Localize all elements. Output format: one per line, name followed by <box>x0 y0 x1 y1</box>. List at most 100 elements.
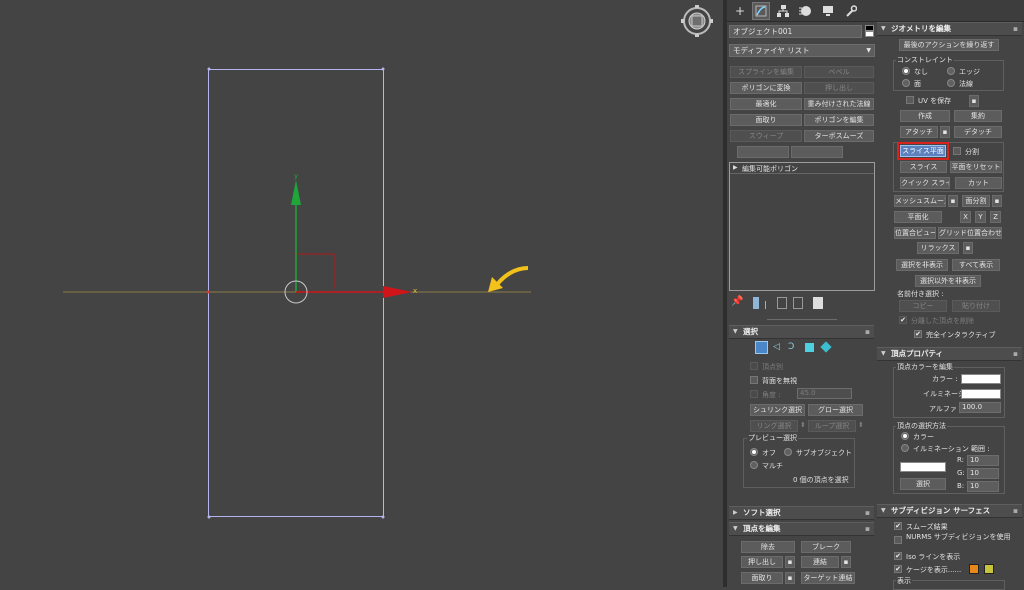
repeat-last-button[interactable]: 最後のアクションを繰り返す <box>899 39 999 51</box>
break-button[interactable]: ブレーク <box>801 541 851 553</box>
edit-poly-button[interactable]: ポリゴンを編集 <box>804 114 874 126</box>
grid-align-button[interactable]: グリッド位置合わせ <box>938 227 1002 239</box>
weighted-normals-button[interactable]: 重み付けされた法線 <box>804 98 874 110</box>
modify-icon[interactable] <box>752 2 770 20</box>
polygon-level-icon[interactable] <box>805 343 814 352</box>
range-b-spinner[interactable]: 10 <box>967 481 999 492</box>
unhide-all-button[interactable]: すべて表示 <box>952 259 1000 271</box>
meshsmooth-button[interactable]: メッシュスムーズ <box>894 195 946 207</box>
by-vertex-checkbox[interactable] <box>750 362 758 370</box>
loop-button[interactable]: ループ選択 <box>808 420 856 432</box>
meshsmooth-settings-icon[interactable]: ▪ <box>948 195 958 207</box>
attach-button[interactable]: アタッチ <box>900 126 938 138</box>
preserve-uvs-checkbox[interactable] <box>906 96 914 104</box>
selection-rollout-header[interactable]: ▼ 選択 ▪ <box>729 325 874 339</box>
stack-item[interactable]: ▶ 編集可能ポリゴン <box>730 163 874 174</box>
remove-button[interactable]: 除去 <box>741 541 795 553</box>
border-level-icon[interactable]: Ɔ <box>788 342 794 352</box>
edit-vertices-rollout-header[interactable]: ▼ 頂点を編集 ▪ <box>729 522 874 536</box>
tessellate-settings-icon[interactable]: ▪ <box>992 195 1002 207</box>
expand-triangle-icon[interactable]: ▶ <box>733 164 738 171</box>
collapse-button[interactable]: 集約 <box>954 110 1002 122</box>
ring-spinner-arrows[interactable]: ⬍ <box>800 421 806 429</box>
convert-poly-button[interactable]: ポリゴンに変換 <box>730 82 802 94</box>
cut-button[interactable]: カット <box>955 177 1002 189</box>
grow-button[interactable]: グロー選択 <box>808 404 863 416</box>
cage-color-swatch[interactable] <box>969 564 979 574</box>
smooth-result-checkbox[interactable]: ✔ <box>894 522 902 530</box>
reset-plane-button[interactable]: 平面をリセット <box>950 161 1002 173</box>
planar-z-button[interactable]: Z <box>990 211 1001 223</box>
create-button[interactable]: 作成 <box>900 110 950 122</box>
preserve-uvs-settings-icon[interactable]: ▪ <box>969 95 979 107</box>
detach-button[interactable]: デタッチ <box>954 126 1002 138</box>
paste-button[interactable]: 貼り付け <box>952 300 1000 312</box>
element-level-icon[interactable] <box>820 341 832 353</box>
empty-modifier-slot[interactable] <box>737 146 789 158</box>
by-angle-checkbox[interactable] <box>750 390 758 398</box>
chamfer-settings-icon[interactable]: ▪ <box>785 572 795 584</box>
hierarchy-icon[interactable] <box>774 2 792 20</box>
preview-off-radio[interactable] <box>750 448 758 456</box>
select-color-swatch[interactable] <box>900 462 946 472</box>
optimize-button[interactable]: 最適化 <box>730 98 802 110</box>
chamfer-vertex-button[interactable]: 面取り <box>741 572 783 584</box>
quickslice-button[interactable]: クイック スライス <box>900 177 950 189</box>
cage-selection-color-swatch[interactable] <box>984 564 994 574</box>
preview-multi-radio[interactable] <box>750 461 758 469</box>
create-icon[interactable]: + <box>731 2 749 20</box>
illumination-color-swatch[interactable] <box>961 389 1001 399</box>
range-g-spinner[interactable]: 10 <box>967 468 999 479</box>
viewport-canvas[interactable]: y x <box>0 0 723 587</box>
tessellate-button[interactable]: 面分割 <box>962 195 990 207</box>
show-end-result-icon[interactable] <box>753 297 759 309</box>
modifier-list-dropdown[interactable]: モディファイヤ リスト ▼ <box>729 44 875 57</box>
subdivision-rollout-header[interactable]: ▼ サブディビジョン サーフェス ▪ <box>877 504 1022 518</box>
turbosmooth-button[interactable]: ターボスムーズ <box>804 130 874 142</box>
select-by-illumination-radio[interactable] <box>901 444 909 452</box>
configure-modifier-sets-icon[interactable] <box>813 297 823 309</box>
bevel-button[interactable]: ベベル <box>804 66 874 78</box>
sweep-button[interactable]: スウィープ <box>730 130 802 142</box>
motion-icon[interactable] <box>796 2 814 20</box>
relax-settings-icon[interactable]: ▪ <box>963 242 973 254</box>
remove-modifier-icon[interactable] <box>793 297 803 309</box>
pin-stack-icon[interactable]: 📌 <box>731 296 743 307</box>
hide-selected-button[interactable]: 選択を非表示 <box>896 259 948 271</box>
planar-x-button[interactable]: X <box>960 211 971 223</box>
vertex-properties-rollout-header[interactable]: ▼ 頂点プロパティ ▪ <box>877 347 1022 361</box>
view-align-button[interactable]: 位置合ビュー <box>894 227 936 239</box>
modifier-stack[interactable]: ▶ 編集可能ポリゴン <box>729 162 875 291</box>
soft-selection-rollout-header[interactable]: ▶ ソフト選択 ▪ <box>729 506 874 520</box>
delete-isolated-checkbox[interactable]: ✔ <box>899 316 907 324</box>
weld-settings-icon[interactable]: ▪ <box>841 556 851 568</box>
object-name-field[interactable]: オブジェクト001 <box>729 25 862 38</box>
vertex-color-swatch[interactable] <box>961 374 1001 384</box>
weld-button[interactable]: 連結 <box>801 556 839 568</box>
constraint-face-radio[interactable] <box>902 79 910 87</box>
chamfer-mod-button[interactable]: 面取り <box>730 114 802 126</box>
vertex-level-icon[interactable] <box>755 341 768 354</box>
split-checkbox[interactable] <box>953 147 961 155</box>
utilities-icon[interactable] <box>842 2 860 20</box>
viewport[interactable]: y x <box>0 0 723 587</box>
constraint-none-radio[interactable] <box>902 67 910 75</box>
angle-spinner[interactable]: 45.0 <box>797 388 852 399</box>
show-cage-checkbox[interactable]: ✔ <box>894 565 902 573</box>
relax-button[interactable]: リラックス <box>917 242 959 254</box>
shrink-button[interactable]: シュリンク選択 <box>750 404 805 416</box>
isolines-checkbox[interactable]: ✔ <box>894 552 902 560</box>
copy-button[interactable]: コピー <box>899 300 947 312</box>
ring-button[interactable]: リング選択 <box>750 420 798 432</box>
alpha-spinner[interactable]: 100.0 <box>959 402 1001 413</box>
use-nurms-checkbox[interactable] <box>894 536 902 544</box>
planar-y-button[interactable]: Y <box>975 211 986 223</box>
preview-subobject-radio[interactable] <box>784 448 792 456</box>
slice-button[interactable]: スライス <box>900 161 947 173</box>
target-weld-button[interactable]: ターゲット連結 <box>801 572 855 584</box>
constraint-edge-radio[interactable] <box>947 67 955 75</box>
full-interactivity-checkbox[interactable]: ✔ <box>914 330 922 338</box>
display-icon[interactable] <box>819 2 837 20</box>
make-unique-icon[interactable] <box>777 297 787 309</box>
select-by-color-radio[interactable] <box>901 432 909 440</box>
